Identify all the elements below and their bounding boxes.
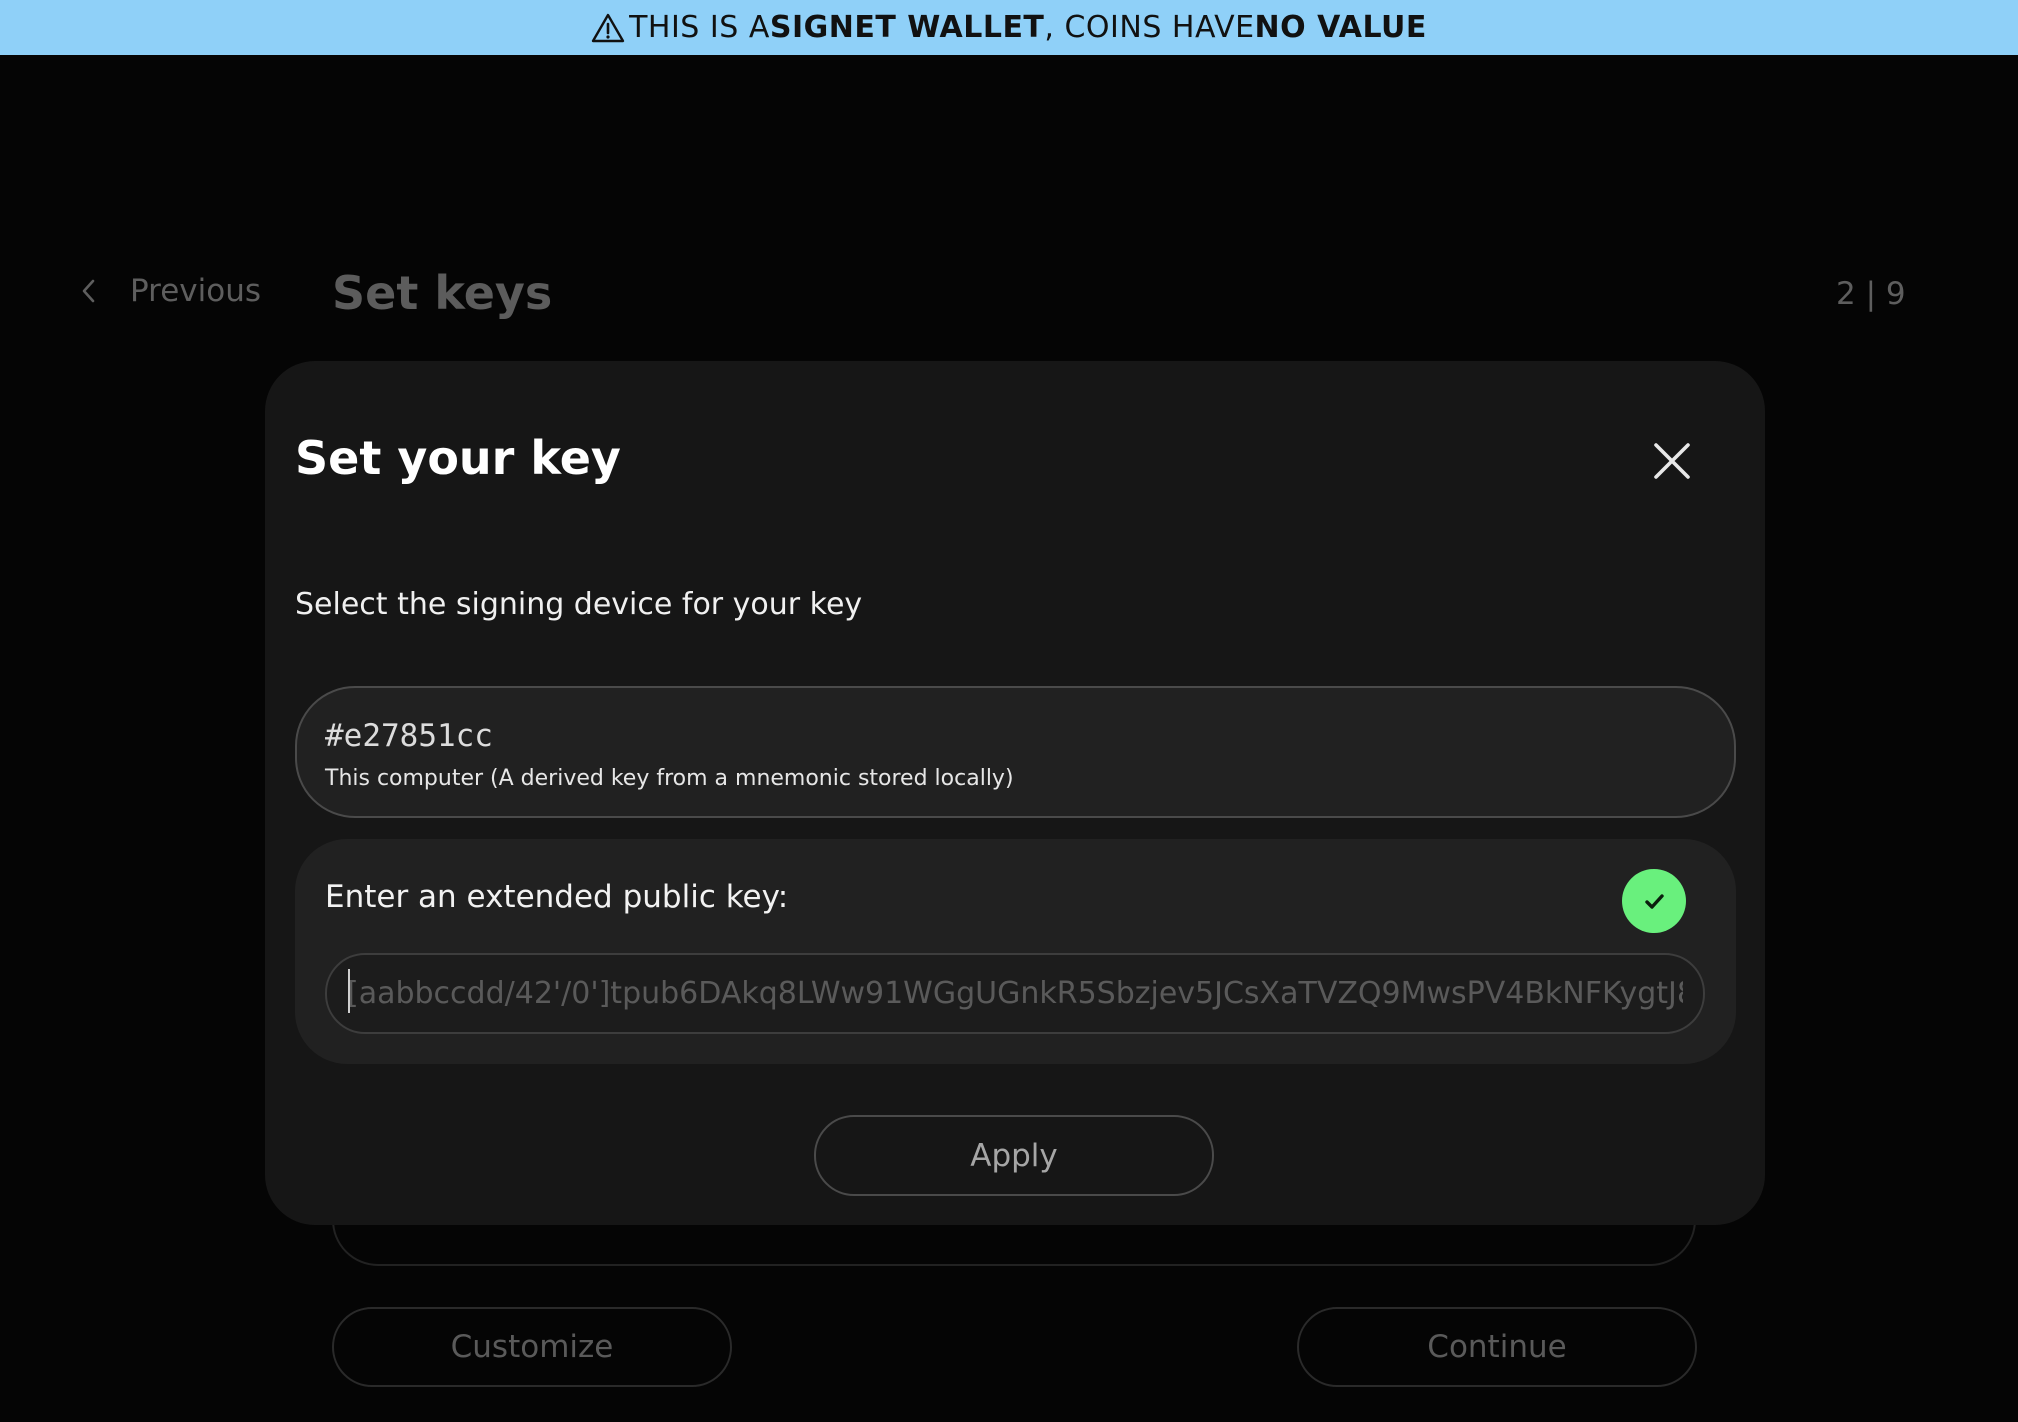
apply-button[interactable]: Apply [814,1115,1214,1196]
page-title: Set keys [332,266,553,320]
modal-subtitle: Select the signing device for your key [295,587,863,622]
modal-title: Set your key [295,431,621,485]
signing-device-option[interactable]: #e27851cc This computer (A derived key f… [295,686,1736,818]
banner-emphasis-no-value: NO VALUE [1254,10,1427,45]
customize-button[interactable]: Customize [332,1307,732,1387]
xpub-input[interactable] [325,953,1705,1034]
step-indicator: 2 | 9 [1836,276,1906,312]
device-fingerprint: #e27851cc [325,718,493,754]
banner-emphasis-signet: SIGNET WALLET [769,10,1045,45]
continue-button[interactable]: Continue [1297,1307,1697,1387]
text-caret [348,969,350,1013]
chevron-left-icon [76,273,102,309]
banner-middle: , COINS HAVE [1044,10,1255,45]
close-icon[interactable] [1650,439,1694,483]
device-description: This computer (A derived key from a mnem… [325,766,1014,791]
warning-triangle-icon [591,12,625,44]
previous-button[interactable]: Previous [76,273,261,309]
xpub-label: Enter an extended public key: [325,879,789,915]
set-key-modal: Set your key Select the signing device f… [265,361,1765,1225]
banner-prefix: THIS IS A [629,10,770,45]
xpub-entry-card: Enter an extended public key: [295,839,1736,1064]
check-circle-icon [1622,869,1686,933]
signet-warning-banner: THIS IS A SIGNET WALLET , COINS HAVE NO … [0,0,2018,55]
previous-label: Previous [130,273,262,309]
